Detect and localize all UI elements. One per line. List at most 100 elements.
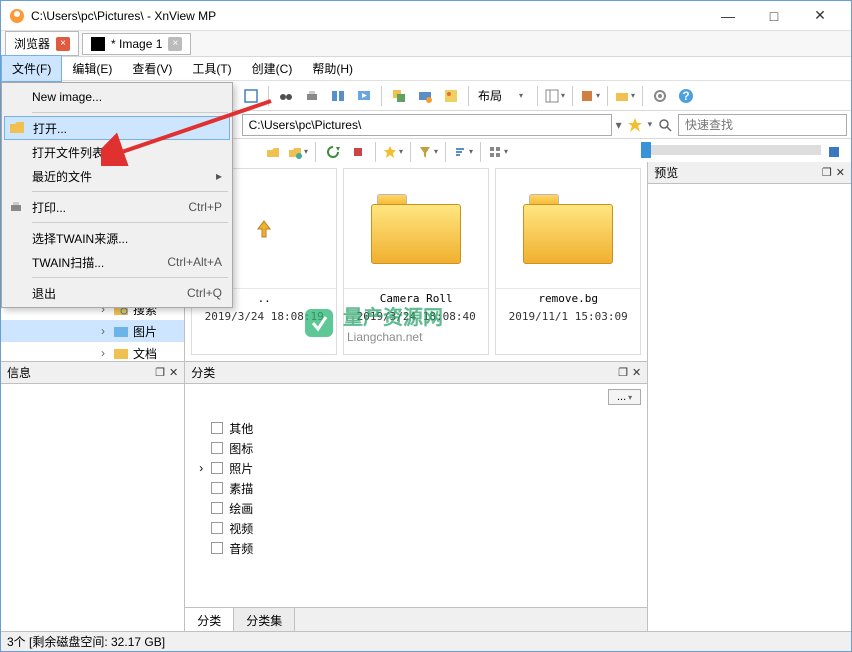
preview-panel-header: 预览 ❐ ✕ bbox=[648, 162, 851, 184]
up-folder-icon[interactable] bbox=[262, 141, 284, 163]
folder-options-icon[interactable] bbox=[613, 84, 637, 108]
svg-text:?: ? bbox=[682, 89, 689, 103]
checkbox[interactable] bbox=[211, 422, 223, 434]
cat-other[interactable]: 其他 bbox=[193, 418, 639, 438]
cat-video[interactable]: 视频 bbox=[193, 518, 639, 538]
stop-icon[interactable] bbox=[347, 141, 369, 163]
convert-icon[interactable] bbox=[387, 84, 411, 108]
checkbox[interactable] bbox=[211, 522, 223, 534]
category-tabs: 分类 分类集 bbox=[185, 607, 647, 631]
layout-label: 布局 bbox=[474, 87, 506, 104]
binoculars-icon[interactable] bbox=[274, 84, 298, 108]
undock-icon[interactable]: ❐ bbox=[155, 366, 165, 379]
tree-item-documents[interactable]: › 文档 bbox=[1, 342, 184, 362]
menu-new-image[interactable]: New image... bbox=[4, 85, 230, 109]
tab-browser-label: 浏览器 bbox=[14, 35, 50, 52]
cat-sketch[interactable]: 素描 bbox=[193, 478, 639, 498]
pictures-folder-icon bbox=[113, 324, 129, 338]
folder-icon bbox=[371, 194, 461, 264]
menu-print[interactable]: 打印... Ctrl+P bbox=[4, 195, 230, 219]
folder-icon bbox=[523, 194, 613, 264]
preview-body bbox=[648, 184, 851, 631]
menu-edit[interactable]: 编辑(E) bbox=[62, 56, 122, 81]
menu-twain-source[interactable]: 选择TWAIN来源... bbox=[4, 226, 230, 250]
close-icon[interactable]: × bbox=[56, 37, 70, 51]
menu-exit[interactable]: 退出 Ctrl+Q bbox=[4, 281, 230, 305]
cat-icons[interactable]: 图标 bbox=[193, 438, 639, 458]
info-panel-body bbox=[1, 384, 184, 631]
maximize-button[interactable]: □ bbox=[751, 2, 797, 30]
tab-image[interactable]: * Image 1 × bbox=[82, 33, 191, 55]
menu-create[interactable]: 创建(C) bbox=[242, 56, 303, 81]
category-more-button[interactable]: ... bbox=[608, 389, 641, 405]
view-mode-icon[interactable] bbox=[487, 141, 509, 163]
image-thumb-icon bbox=[91, 37, 105, 51]
print-icon bbox=[8, 199, 24, 215]
filter-dropdown-icon[interactable] bbox=[578, 84, 602, 108]
checkbox[interactable] bbox=[211, 442, 223, 454]
fullscreen-icon[interactable] bbox=[239, 84, 263, 108]
close-icon[interactable]: × bbox=[168, 37, 182, 51]
tree-label: 文档 bbox=[133, 345, 157, 362]
panels-dropdown-icon[interactable] bbox=[543, 84, 567, 108]
checkbox[interactable] bbox=[211, 502, 223, 514]
checkbox[interactable] bbox=[211, 462, 223, 474]
search-icon[interactable] bbox=[656, 114, 674, 136]
help-icon[interactable]: ? bbox=[674, 84, 698, 108]
layout-dropdown[interactable] bbox=[508, 84, 532, 108]
thumbnail-area[interactable]: .. 2019/3/24 18:08:19 Camera Roll 2019/3… bbox=[185, 162, 647, 362]
sort-icon[interactable] bbox=[452, 141, 474, 163]
tab-browser[interactable]: 浏览器 × bbox=[5, 31, 79, 56]
info-panel-header: 信息 ❐ ✕ bbox=[1, 362, 184, 384]
close-panel-icon[interactable]: ✕ bbox=[836, 166, 845, 179]
category-list: 其他 图标 ›照片 素描 绘画 视频 音频 bbox=[185, 410, 647, 607]
menu-view[interactable]: 查看(V) bbox=[122, 56, 182, 81]
file-menu-panel: New image... 打开... 打开文件列表... 最近的文件 ▸ 打印.… bbox=[1, 82, 233, 308]
undock-icon[interactable]: ❐ bbox=[822, 166, 832, 179]
cat-draw[interactable]: 绘画 bbox=[193, 498, 639, 518]
close-panel-icon[interactable]: ✕ bbox=[169, 366, 178, 379]
menu-file[interactable]: 文件(F) bbox=[1, 55, 62, 82]
info-title: 信息 bbox=[7, 364, 151, 381]
up-arrow-icon bbox=[252, 217, 276, 241]
cattab-category[interactable]: 分类 bbox=[185, 608, 234, 631]
menu-open-filelist[interactable]: 打开文件列表... bbox=[4, 140, 230, 164]
close-button[interactable]: ✕ bbox=[797, 2, 843, 30]
cattab-category-set[interactable]: 分类集 bbox=[234, 608, 295, 631]
batch-rename-icon[interactable] bbox=[413, 84, 437, 108]
menu-tools[interactable]: 工具(T) bbox=[182, 56, 241, 81]
menu-bar: 文件(F) 编辑(E) 查看(V) 工具(T) 创建(C) 帮助(H) bbox=[1, 57, 851, 81]
close-panel-icon[interactable]: ✕ bbox=[632, 366, 641, 379]
category-panel-header: 分类 ❐ ✕ bbox=[185, 362, 647, 384]
search-input[interactable] bbox=[678, 114, 847, 136]
thumbnail-size-slider[interactable] bbox=[641, 145, 821, 155]
preview-title: 预览 bbox=[654, 164, 818, 181]
filter-icon[interactable] bbox=[417, 141, 439, 163]
thumb-camera-roll[interactable]: Camera Roll 2019/3/24 18:08:40 bbox=[343, 168, 489, 355]
documents-folder-icon bbox=[113, 346, 129, 360]
compare-icon[interactable] bbox=[326, 84, 350, 108]
print-icon[interactable] bbox=[300, 84, 324, 108]
slideshow-icon[interactable] bbox=[352, 84, 376, 108]
thumb-remove-bg[interactable]: remove.bg 2019/11/1 15:03:09 bbox=[495, 168, 641, 355]
path-input[interactable] bbox=[242, 114, 612, 136]
cat-audio[interactable]: 音频 bbox=[193, 538, 639, 558]
expand-icon[interactable] bbox=[823, 141, 845, 163]
edit-image-icon[interactable] bbox=[439, 84, 463, 108]
tree-item-pictures[interactable]: › 图片 bbox=[1, 320, 184, 342]
menu-twain-scan[interactable]: TWAIN扫描... Ctrl+Alt+A bbox=[4, 250, 230, 274]
refresh-icon[interactable] bbox=[322, 141, 344, 163]
new-folder-icon[interactable] bbox=[287, 141, 309, 163]
favorite-icon[interactable] bbox=[626, 114, 644, 136]
favorites-icon[interactable] bbox=[382, 141, 404, 163]
cat-photos[interactable]: 照片 bbox=[193, 458, 639, 478]
minimize-button[interactable]: — bbox=[705, 2, 751, 30]
menu-recent[interactable]: 最近的文件 ▸ bbox=[4, 164, 230, 188]
settings-icon[interactable] bbox=[648, 84, 672, 108]
menu-open[interactable]: 打开... bbox=[4, 116, 230, 140]
checkbox[interactable] bbox=[211, 482, 223, 494]
undock-icon[interactable]: ❐ bbox=[618, 366, 628, 379]
checkbox[interactable] bbox=[211, 542, 223, 554]
tree-label: 图片 bbox=[133, 323, 157, 340]
menu-help[interactable]: 帮助(H) bbox=[302, 56, 363, 81]
